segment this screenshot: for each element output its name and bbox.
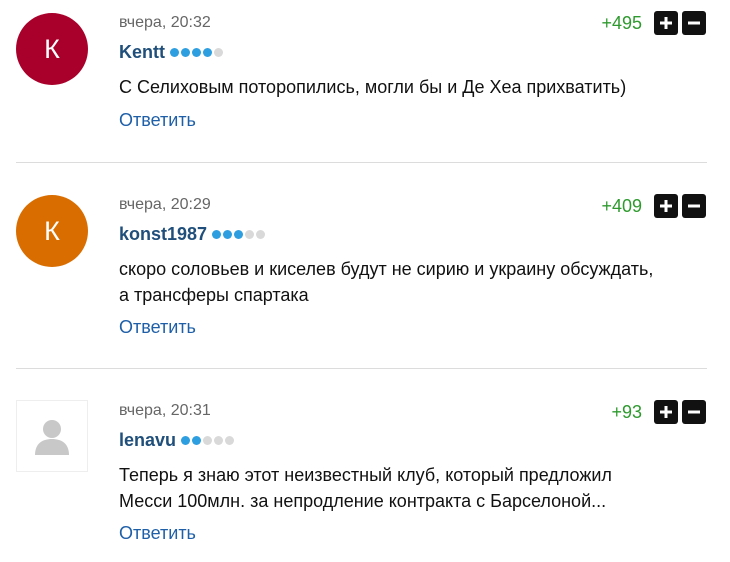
rank-dot xyxy=(214,436,224,445)
rating-block: +409 xyxy=(601,194,706,218)
rank-dot xyxy=(181,48,190,57)
downvote-button[interactable] xyxy=(682,400,706,424)
user-line: lenavu xyxy=(119,430,236,451)
downvote-button[interactable] xyxy=(682,194,706,218)
plus-icon xyxy=(660,406,672,418)
rank-dot xyxy=(214,48,223,57)
upvote-button[interactable] xyxy=(654,400,678,424)
rating-score: +495 xyxy=(601,12,642,33)
rank-dot xyxy=(203,48,212,57)
rank-dot xyxy=(245,230,255,239)
rank-dot xyxy=(256,230,266,239)
rank-dot xyxy=(192,436,202,445)
user-rank-dots xyxy=(212,230,267,239)
comments-list: К вчера, 20:32 Kentt +495 С Селиховым по… xyxy=(0,0,730,562)
comment-divider xyxy=(16,368,707,369)
upvote-button[interactable] xyxy=(654,194,678,218)
avatar[interactable] xyxy=(16,400,88,472)
rank-dot xyxy=(192,48,201,57)
comment-text: Теперь я знаю этот неизвестный клуб, кот… xyxy=(119,465,612,511)
comment-divider xyxy=(16,162,707,163)
downvote-button[interactable] xyxy=(682,11,706,35)
rating-block: +93 xyxy=(611,400,706,424)
upvote-button[interactable] xyxy=(654,11,678,35)
comment-time: вчера, 20:29 xyxy=(119,196,211,213)
user-placeholder-icon xyxy=(35,420,69,455)
username-link[interactable]: konst1987 xyxy=(119,224,207,245)
comment-text: скоро соловьев и киселев будут не сирию … xyxy=(119,259,654,305)
rating-score: +409 xyxy=(601,195,642,216)
rank-dot xyxy=(225,436,235,445)
rating-block: +495 xyxy=(601,11,706,35)
rank-dot xyxy=(181,436,191,445)
rank-dot xyxy=(212,230,222,239)
rank-dot xyxy=(203,436,213,445)
user-line: konst1987 xyxy=(119,224,267,245)
rank-dot xyxy=(234,230,244,239)
minus-icon xyxy=(688,204,700,208)
plus-icon xyxy=(660,17,672,29)
reply-link[interactable]: Ответить xyxy=(119,110,196,131)
user-line: Kentt xyxy=(119,42,225,63)
reply-link[interactable]: Ответить xyxy=(119,317,196,338)
rank-dot xyxy=(170,48,179,57)
comment-text: С Селиховым поторопились, могли бы и Де … xyxy=(119,77,627,97)
avatar[interactable]: К xyxy=(16,195,88,267)
minus-icon xyxy=(688,410,700,414)
username-link[interactable]: lenavu xyxy=(119,430,176,451)
rank-dot xyxy=(223,230,233,239)
user-rank-dots xyxy=(181,436,236,445)
username-link[interactable]: Kentt xyxy=(119,42,165,63)
user-rank-dots xyxy=(170,48,225,57)
plus-icon xyxy=(660,200,672,212)
reply-link[interactable]: Ответить xyxy=(119,523,196,544)
rating-score: +93 xyxy=(611,401,642,422)
minus-icon xyxy=(688,21,700,25)
avatar[interactable]: К xyxy=(16,13,88,85)
comment-time: вчера, 20:32 xyxy=(119,14,211,31)
comment-time: вчера, 20:31 xyxy=(119,402,211,419)
